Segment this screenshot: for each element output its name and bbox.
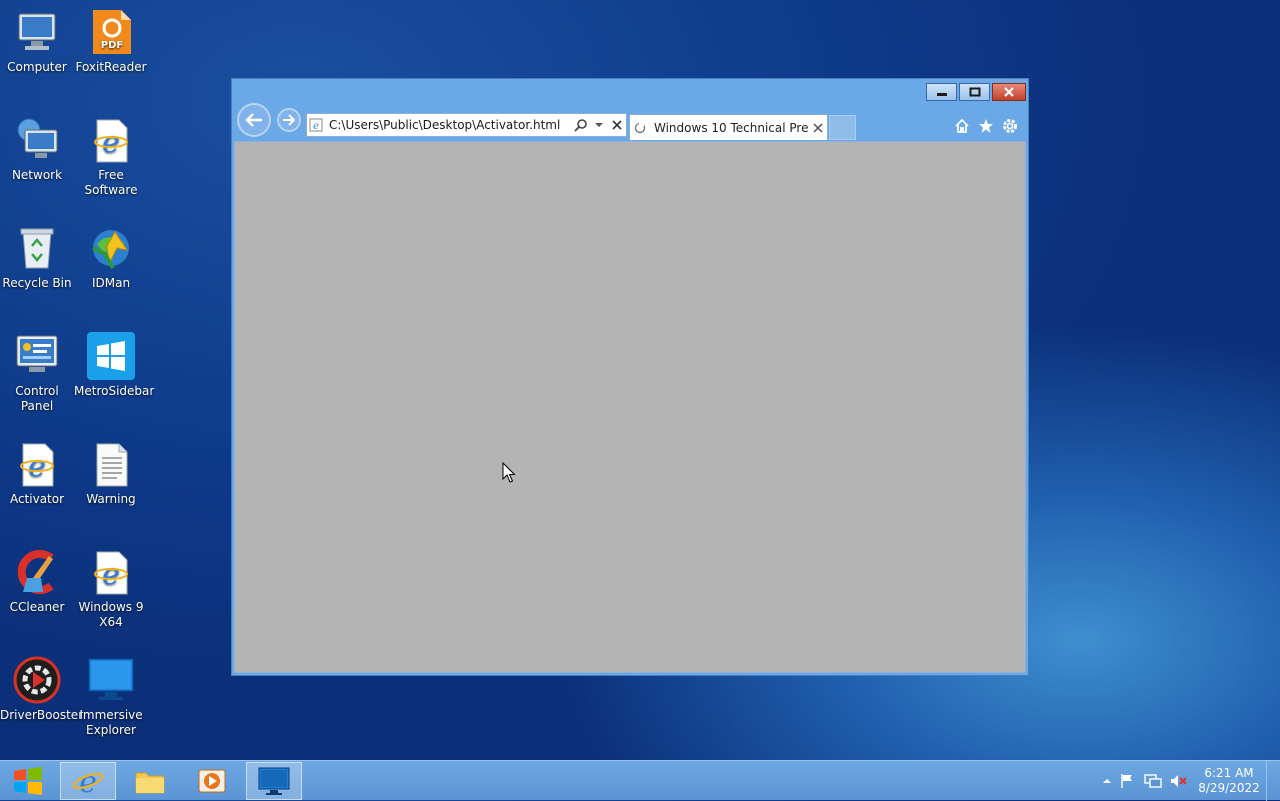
desktop-icon-warning[interactable]: Warning xyxy=(74,440,148,507)
network-icon xyxy=(13,116,61,164)
title-bar[interactable] xyxy=(232,79,1028,107)
start-button[interactable] xyxy=(0,762,56,800)
desktop-icon-activator[interactable]: e Activator xyxy=(0,440,74,507)
clock-date: 8/29/2022 xyxy=(1198,781,1260,795)
ie-document-icon: e xyxy=(13,440,61,488)
computer-icon xyxy=(13,8,61,56)
back-button[interactable] xyxy=(237,103,271,137)
desktop-icon-windows9-x64[interactable]: e Windows 9 X64 xyxy=(74,548,148,630)
maximize-button[interactable] xyxy=(959,83,990,101)
arrow-right-icon xyxy=(283,114,296,126)
folder-icon xyxy=(135,772,165,794)
desktop-icon-label: FoxitReader xyxy=(75,60,147,74)
minimize-icon xyxy=(936,93,947,96)
taskbar-media-player[interactable] xyxy=(184,762,240,800)
desktop-icon-label: Warning xyxy=(86,492,136,506)
address-bar[interactable]: e C:\Users\Public\Desktop\Activator.html xyxy=(306,113,627,137)
ie-document-icon: e xyxy=(87,548,135,596)
chevron-up-icon[interactable] xyxy=(1100,777,1114,785)
ie-icon: e xyxy=(72,765,104,798)
forward-button[interactable] xyxy=(277,108,301,132)
svg-text:e: e xyxy=(313,121,319,132)
svg-text:e: e xyxy=(28,449,46,484)
desktop-icon-ccleaner[interactable]: CCleaner xyxy=(0,548,74,615)
close-icon xyxy=(1004,87,1014,97)
idm-globe-icon xyxy=(87,224,135,272)
desktop-icon-network[interactable]: Network xyxy=(0,116,74,183)
windows-tile-icon xyxy=(87,332,135,380)
tab-close-icon[interactable] xyxy=(809,122,827,133)
tools-button[interactable] xyxy=(1000,116,1020,136)
media-player-icon xyxy=(198,769,226,793)
desktop-icon-label: DriverBooster xyxy=(0,708,84,722)
desktop-icon-label: Activator xyxy=(9,492,65,506)
foxit-pdf-icon: PDF xyxy=(87,8,135,56)
volume-muted-icon[interactable] xyxy=(1166,773,1192,789)
desktop-icon-label: Recycle Bin xyxy=(2,276,72,290)
ie-page-icon: e xyxy=(307,118,325,132)
page-content[interactable] xyxy=(234,141,1026,673)
desktop-icon-label: IDMan xyxy=(91,276,131,290)
desktop-icon-metrosidebar[interactable]: MetroSidebar xyxy=(74,332,155,399)
home-icon xyxy=(955,118,969,133)
recycle-bin-icon xyxy=(13,224,61,272)
taskbar-immersive-explorer[interactable] xyxy=(246,762,302,800)
desktop-icon-label: CCleaner xyxy=(9,600,65,614)
ie-document-icon: e xyxy=(87,116,135,164)
ccleaner-icon xyxy=(13,548,61,596)
desktop-icon-label: Network xyxy=(11,168,63,182)
monitor-icon xyxy=(87,656,135,704)
pdf-badge: PDF xyxy=(101,40,123,51)
taskbar: e 6:21 AM 8/29/2022 xyxy=(0,760,1280,801)
clock[interactable]: 6:21 AM 8/29/2022 xyxy=(1196,766,1262,796)
desktop-icon-label: Computer xyxy=(7,60,67,74)
text-document-icon xyxy=(87,440,135,488)
search-icon[interactable] xyxy=(572,118,590,132)
taskbar-file-explorer[interactable] xyxy=(122,762,178,800)
home-button[interactable] xyxy=(952,116,972,136)
address-url[interactable]: C:\Users\Public\Desktop\Activator.html xyxy=(325,118,572,132)
desktop-icon-computer[interactable]: Computer xyxy=(0,8,74,75)
desktop-icon-control-panel[interactable]: Control Panel xyxy=(0,332,74,414)
minimize-button[interactable] xyxy=(926,83,957,101)
monitor-icon xyxy=(258,767,290,795)
star-icon xyxy=(979,119,993,133)
desktop-icon-free-software[interactable]: e Free Software xyxy=(74,116,148,198)
desktop-icon-driverbooster[interactable]: DriverBooster xyxy=(0,656,84,723)
desktop-icon-label: Immersive Explorer xyxy=(79,708,143,737)
maximize-icon xyxy=(969,87,980,97)
loading-spinner-icon xyxy=(630,122,650,134)
driverbooster-icon xyxy=(13,656,61,704)
tab-windows10[interactable]: Windows 10 Technical Prev... xyxy=(629,114,828,140)
control-panel-icon xyxy=(13,332,61,380)
svg-text:e: e xyxy=(102,125,120,160)
desktop-icon-label: MetroSidebar xyxy=(74,384,155,398)
desktop-icon-immersive-explorer[interactable]: Immersive Explorer xyxy=(74,656,148,738)
stop-icon[interactable] xyxy=(608,119,626,131)
favorites-button[interactable] xyxy=(976,116,996,136)
desktop-icon-label: Free Software xyxy=(84,168,138,197)
tab-title: Windows 10 Technical Prev... xyxy=(654,120,809,135)
clock-time: 6:21 AM xyxy=(1204,766,1254,780)
windows-logo-icon xyxy=(14,767,42,795)
taskbar-internet-explorer[interactable]: e xyxy=(60,762,116,800)
desktop-icon-label: Windows 9 X64 xyxy=(78,600,144,629)
network-tray-icon[interactable] xyxy=(1140,773,1166,789)
desktop-icon-label: Control Panel xyxy=(15,384,59,413)
browser-window[interactable]: e C:\Users\Public\Desktop\Activator.html… xyxy=(231,78,1029,676)
close-button[interactable] xyxy=(992,83,1026,101)
system-tray xyxy=(1100,761,1192,801)
svg-text:e: e xyxy=(79,765,97,798)
chevron-down-icon[interactable] xyxy=(590,121,608,129)
desktop-icon-recycle-bin[interactable]: Recycle Bin xyxy=(0,224,74,291)
gear-icon xyxy=(1003,119,1017,133)
desktop-icon-idman[interactable]: IDMan xyxy=(74,224,148,291)
desktop-icon-foxitreader[interactable]: PDF FoxitReader xyxy=(74,8,148,75)
mouse-cursor-icon xyxy=(502,461,516,488)
svg-text:e: e xyxy=(102,557,120,592)
show-desktop-button[interactable] xyxy=(1266,761,1280,801)
new-tab-button[interactable] xyxy=(829,115,856,140)
flag-icon[interactable] xyxy=(1114,773,1140,789)
arrow-left-icon xyxy=(245,113,262,127)
